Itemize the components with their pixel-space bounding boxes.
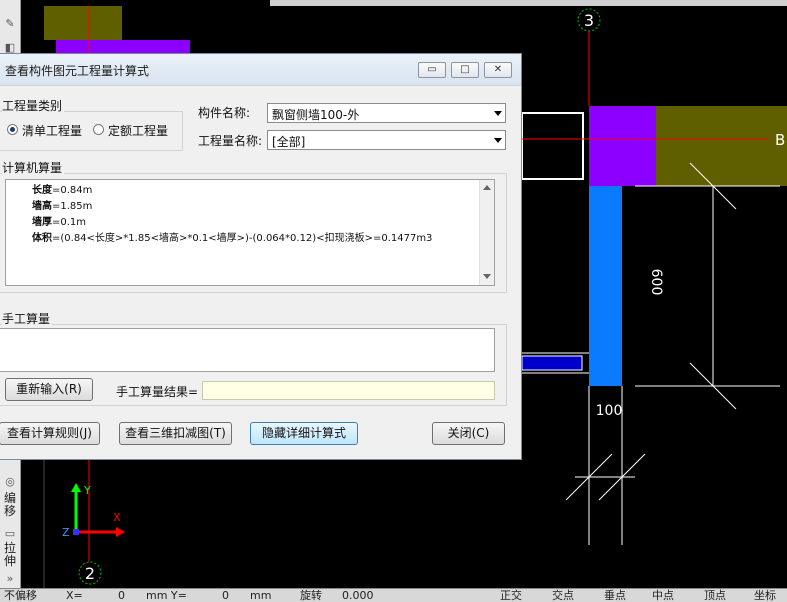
x-label: X= bbox=[66, 589, 83, 602]
calc-scrollbar[interactable] bbox=[479, 180, 494, 285]
dialog-titlebar[interactable]: 查看构件图元工程量计算式 ▭ □ ✕ bbox=[0, 54, 521, 86]
axis-3-label: 3 bbox=[584, 11, 594, 30]
x-value[interactable]: 0 bbox=[118, 589, 125, 602]
dim-100-label: 100 bbox=[596, 403, 623, 419]
dialog-title: 查看构件图元工程量计算式 bbox=[5, 64, 150, 78]
bill-quantity-radio[interactable] bbox=[7, 124, 18, 135]
purple-block-top bbox=[56, 40, 190, 53]
manual-result-label: 手工算量结果= bbox=[116, 385, 199, 399]
snap-intersection[interactable]: 交点 bbox=[552, 589, 574, 602]
snap-vertex[interactable]: 顶点 bbox=[704, 589, 726, 602]
top-toolbar-strip bbox=[270, 0, 787, 6]
toolbar-stretch-label[interactable]: 拉伸 bbox=[1, 542, 19, 568]
calc-key-length: 长度 bbox=[32, 185, 52, 196]
hide-detail-formula-button[interactable]: 隐藏详细计算式 bbox=[250, 422, 358, 445]
scroll-up-icon[interactable] bbox=[483, 185, 491, 190]
pencil-icon[interactable]: ✎ bbox=[2, 16, 18, 32]
ucs-z-label: Z bbox=[62, 526, 70, 539]
calc-key-height: 墙高 bbox=[32, 201, 52, 212]
scroll-down-icon[interactable] bbox=[483, 274, 491, 279]
component-name-select[interactable]: 飘窗侧墙100-外 bbox=[267, 103, 506, 123]
calc-expr-height: =1.85m bbox=[52, 201, 93, 212]
calc-line-length: 长度=0.84m bbox=[32, 185, 92, 197]
restore-button[interactable]: □ bbox=[451, 62, 479, 78]
calc-key-volume: 体积 bbox=[32, 233, 52, 244]
calc-expr-thickness: =0.1m bbox=[52, 217, 87, 228]
quantity-type-label: 工程量类别 bbox=[2, 97, 65, 114]
computer-calc-label: 计算机算量 bbox=[2, 159, 65, 176]
minimize-button[interactable]: ▭ bbox=[418, 62, 446, 78]
blue-wall bbox=[589, 186, 622, 386]
olive-block-right bbox=[656, 106, 787, 186]
reenter-button[interactable]: 重新输入(R) bbox=[5, 378, 93, 401]
view-3d-deduction-button[interactable]: 查看三维扣减图(T) bbox=[119, 422, 232, 445]
snap-coordinate[interactable]: 坐标 bbox=[754, 589, 776, 602]
close-icon: ✕ bbox=[493, 64, 503, 75]
purple-block-right bbox=[589, 106, 656, 186]
component-name-label: 构件名称: bbox=[198, 106, 251, 120]
dropdown-arrow-icon bbox=[494, 111, 502, 116]
snap-perpendicular[interactable]: 垂点 bbox=[604, 589, 626, 602]
axis-b-label: B bbox=[775, 131, 785, 149]
norm-quantity-label[interactable]: 定额工程量 bbox=[108, 122, 168, 139]
ucs-y-label: Y bbox=[83, 484, 91, 497]
status-bar: 不偏移 X= 0 mm Y= 0 mm 旋转 0.000 正交 交点 垂点 中点… bbox=[0, 588, 787, 602]
snap-orthogonal[interactable]: 正交 bbox=[500, 589, 522, 602]
dim-600-label: 600 bbox=[648, 269, 664, 296]
calc-key-thickness: 墙厚 bbox=[32, 217, 52, 228]
view-rules-button[interactable]: 查看计算规则(J) bbox=[0, 422, 100, 445]
minimize-icon: ▭ bbox=[427, 64, 437, 75]
toolbar-offset-label[interactable]: 编移 bbox=[1, 492, 19, 518]
manual-calc-label: 手工算量 bbox=[2, 310, 53, 327]
y-value[interactable]: 0 bbox=[222, 589, 229, 602]
offset-icon[interactable]: ◎ bbox=[2, 474, 18, 490]
computer-calc-textarea[interactable]: 长度=0.84m 墙高=1.85m 墙厚=0.1m 体积=(0.84<长度>*1… bbox=[5, 179, 495, 286]
component-name-value: 飘窗侧墙100-外 bbox=[272, 108, 360, 122]
no-offset-label[interactable]: 不偏移 bbox=[4, 589, 37, 602]
y-label: mm Y= bbox=[146, 589, 187, 602]
chevron-down-icon[interactable]: » bbox=[2, 571, 18, 587]
close-window-button[interactable]: ✕ bbox=[484, 62, 512, 78]
quantity-name-select[interactable]: [全部] bbox=[267, 130, 506, 150]
calc-expr-length: =0.84m bbox=[52, 185, 93, 196]
calc-expr-volume: =(0.84<长度>*1.85<墙高>*0.1<墙厚>)-(0.064*0.12… bbox=[52, 233, 433, 244]
calc-line-thickness: 墙厚=0.1m bbox=[32, 217, 86, 229]
quantity-formula-dialog: 查看构件图元工程量计算式 ▭ □ ✕ 工程量类别 清单工程量 定额工程量 构件名… bbox=[0, 53, 522, 460]
olive-block-top bbox=[44, 6, 122, 40]
quantity-name-label: 工程量名称: bbox=[198, 134, 263, 148]
blue-small-rect bbox=[521, 355, 583, 371]
rotate-label[interactable]: 旋转 bbox=[300, 589, 322, 602]
restore-icon: □ bbox=[460, 64, 470, 75]
rotate-value[interactable]: 0.000 bbox=[342, 589, 374, 602]
snap-midpoint[interactable]: 中点 bbox=[652, 589, 674, 602]
stretch-icon[interactable]: ▭ bbox=[2, 526, 18, 542]
unit-label: mm bbox=[250, 589, 272, 602]
manual-result-field[interactable] bbox=[202, 381, 495, 400]
quantity-name-value: [全部] bbox=[272, 135, 306, 149]
ucs-x-label: X bbox=[113, 511, 121, 524]
dropdown-arrow-icon bbox=[494, 138, 502, 143]
close-button[interactable]: 关闭(C) bbox=[432, 422, 505, 445]
manual-calc-textarea[interactable] bbox=[0, 328, 495, 372]
calc-line-height: 墙高=1.85m bbox=[32, 201, 92, 213]
bill-quantity-label[interactable]: 清单工程量 bbox=[22, 122, 82, 139]
calc-line-volume: 体积=(0.84<长度>*1.85<墙高>*0.1<墙厚>)-(0.064*0.… bbox=[32, 233, 432, 245]
norm-quantity-radio[interactable] bbox=[93, 124, 104, 135]
axis-2-label: 2 bbox=[85, 564, 95, 583]
